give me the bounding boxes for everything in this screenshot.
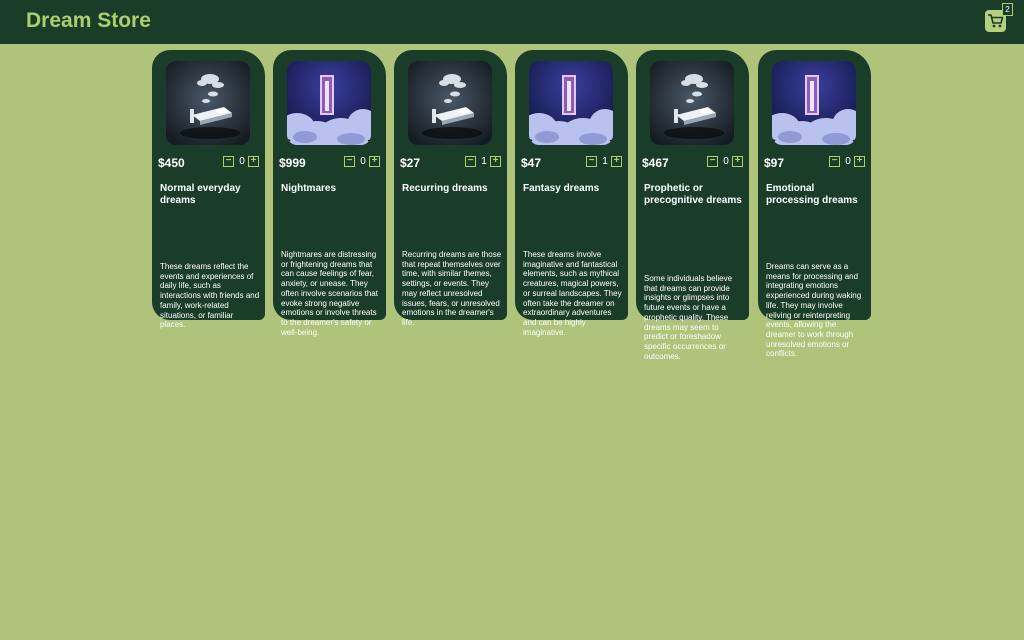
product-image xyxy=(408,61,492,145)
product-image xyxy=(287,61,371,145)
quantity-value: 1 xyxy=(481,156,487,167)
top-bar: Dream Store 2 xyxy=(0,0,1024,44)
product-image xyxy=(650,61,734,145)
increase-quantity-button[interactable]: + xyxy=(490,156,501,167)
door-in-clouds-icon xyxy=(772,61,856,145)
decrease-quantity-button[interactable]: − xyxy=(223,156,234,167)
product-card: $467 −0 + Prophetic or precognitive dreams S… xyxy=(636,50,749,361)
product-name: Normal everyday dreams xyxy=(160,183,241,206)
decrease-quantity-button[interactable]: − xyxy=(344,156,355,167)
product-card: $450 −0 + Normal everyday dreams These dream… xyxy=(152,50,265,329)
product-name: Emotional processing dreams xyxy=(766,183,858,206)
product-description: Some individuals believe that dreams can… xyxy=(644,274,733,361)
product-card: $999 −0 + Nightmares Nightmares are distress… xyxy=(273,50,386,337)
product-name: Nightmares xyxy=(281,183,337,194)
quantity-stepper: −0 + xyxy=(344,156,384,168)
increase-quantity-button[interactable]: + xyxy=(854,156,865,167)
product-price: $27 xyxy=(400,156,421,170)
product-description: These dreams reflect the events and expe… xyxy=(160,262,260,330)
decrease-quantity-button[interactable]: − xyxy=(465,156,476,167)
product-name: Recurring dreams xyxy=(402,183,488,194)
product-description: Dreams can serve as a means for processi… xyxy=(766,262,862,359)
quantity-stepper: −0 + xyxy=(829,156,869,168)
product-description: These dreams involve imaginative and fan… xyxy=(523,250,622,337)
product-card: $47 −1 + Fantasy dreams These dreams involve… xyxy=(515,50,628,337)
quantity-stepper: −1 + xyxy=(586,156,626,168)
decrease-quantity-button[interactable]: − xyxy=(586,156,597,167)
product-image xyxy=(772,61,856,145)
product-image xyxy=(529,61,613,145)
decrease-quantity-button[interactable]: − xyxy=(707,156,718,167)
increase-quantity-button[interactable]: + xyxy=(732,156,743,167)
quantity-value: 0 xyxy=(239,156,245,167)
product-price: $450 xyxy=(158,156,185,170)
quantity-value: 0 xyxy=(360,156,366,167)
store-title: Dream Store xyxy=(26,9,151,32)
quantity-stepper: −0 + xyxy=(223,156,263,168)
product-card: $97 −0 + Emotional processing dreams Dreams … xyxy=(758,50,871,358)
product-name: Fantasy dreams xyxy=(523,183,600,194)
product-description: Nightmares are distressing or frightenin… xyxy=(281,250,378,337)
quantity-value: 0 xyxy=(845,156,851,167)
product-card: $27 −1 + Recurring dreams Recurring dreams a… xyxy=(394,50,507,327)
product-image xyxy=(166,61,250,145)
quantity-value: 1 xyxy=(602,156,608,167)
quantity-stepper: −1 + xyxy=(465,156,505,168)
floating-bed-icon xyxy=(650,61,734,145)
increase-quantity-button[interactable]: + xyxy=(248,156,259,167)
quantity-value: 0 xyxy=(723,156,729,167)
door-in-clouds-icon xyxy=(529,61,613,145)
quantity-stepper: −0 + xyxy=(707,156,747,168)
floating-bed-icon xyxy=(166,61,250,145)
decrease-quantity-button[interactable]: − xyxy=(829,156,840,167)
door-in-clouds-icon xyxy=(287,61,371,145)
cart-count-badge: 2 xyxy=(1002,3,1013,16)
increase-quantity-button[interactable]: + xyxy=(369,156,380,167)
product-price: $47 xyxy=(521,156,542,170)
product-price: $97 xyxy=(764,156,785,170)
product-name: Prophetic or precognitive dreams xyxy=(644,183,742,206)
floating-bed-icon xyxy=(408,61,492,145)
product-price: $467 xyxy=(642,156,669,170)
product-description: Recurring dreams are those that repeat t… xyxy=(402,250,502,327)
increase-quantity-button[interactable]: + xyxy=(611,156,622,167)
product-price: $999 xyxy=(279,156,306,170)
